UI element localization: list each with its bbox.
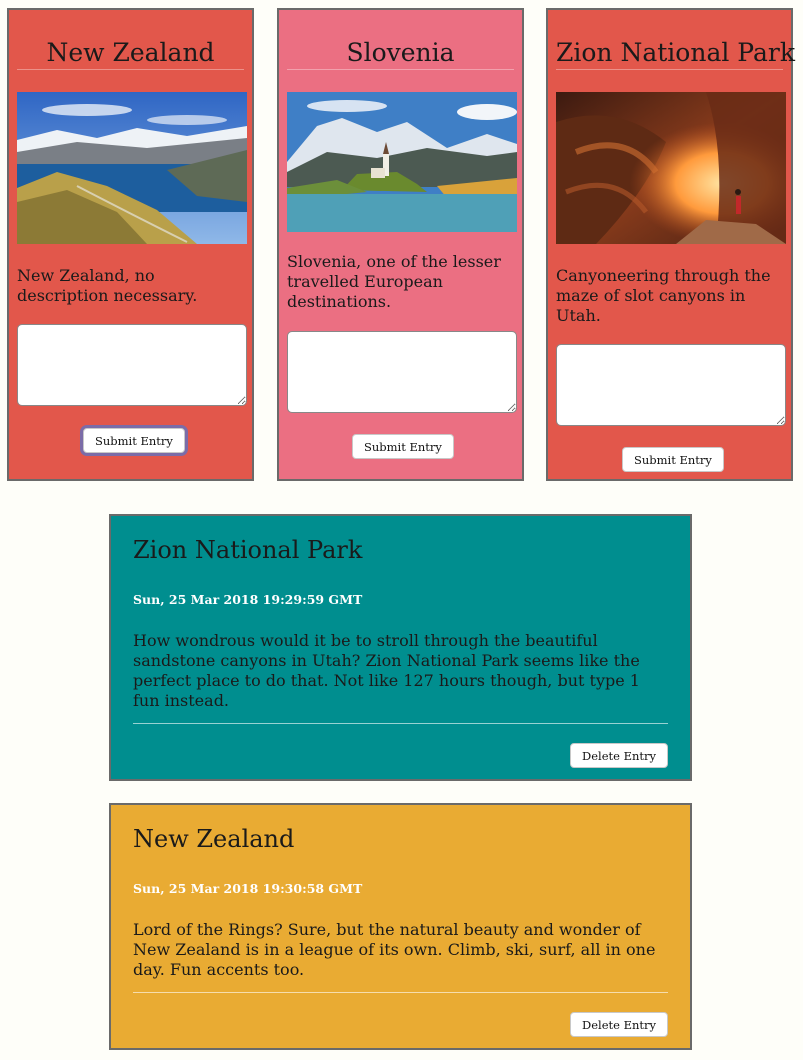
entry-title: New Zealand xyxy=(133,825,295,853)
journal-entry-zion: Zion National Park Sun, 25 Mar 2018 19:2… xyxy=(109,514,692,781)
entry-divider xyxy=(133,723,668,724)
entry-textarea[interactable] xyxy=(287,331,517,413)
entry-textarea[interactable] xyxy=(556,344,786,426)
submit-entry-button[interactable]: Submit Entry xyxy=(352,434,454,459)
entry-divider xyxy=(133,992,668,993)
submit-entry-button[interactable]: Submit Entry xyxy=(622,447,724,472)
submit-entry-button[interactable]: Submit Entry xyxy=(83,428,185,453)
card-description: New Zealand, no description necessary. xyxy=(17,266,198,305)
delete-entry-button[interactable]: Delete Entry xyxy=(569,743,668,768)
journal-entry-new-zealand: New Zealand Sun, 25 Mar 2018 19:30:58 GM… xyxy=(109,803,692,1050)
entry-textarea[interactable] xyxy=(17,324,247,406)
entry-title: Zion National Park xyxy=(133,536,363,564)
lake-island-church-photo xyxy=(287,92,517,232)
card-description: Slovenia, one of the lesser travelled Eu… xyxy=(287,252,501,311)
mountain-lake-photo xyxy=(17,92,247,244)
card-description: Canyoneering through the maze of slot ca… xyxy=(556,266,771,325)
slot-canyon-photo xyxy=(556,92,786,244)
card-title: Zion National Park xyxy=(556,10,795,70)
card-title: Slovenia xyxy=(287,10,514,70)
entry-date: Sun, 25 Mar 2018 19:30:58 GMT xyxy=(133,881,363,896)
entry-date: Sun, 25 Mar 2018 19:29:59 GMT xyxy=(133,592,363,607)
destination-card-slovenia: Slovenia Slovenia, one of the lesser tra… xyxy=(277,8,524,481)
destination-card-zion: Zion National Park Canyoneering through … xyxy=(546,8,795,481)
destination-card-new-zealand: New Zealand New Zealand, no description … xyxy=(7,8,254,481)
delete-entry-button[interactable]: Delete Entry xyxy=(569,1012,668,1037)
entry-body: Lord of the Rings? Sure, but the natural… xyxy=(133,920,656,979)
entry-body: How wondrous would it be to stroll throu… xyxy=(133,631,640,710)
card-title: New Zealand xyxy=(17,10,244,70)
